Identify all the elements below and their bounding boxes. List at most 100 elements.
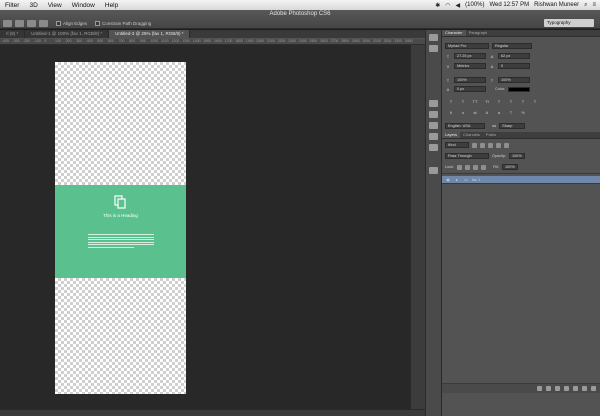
tab-paths[interactable]: Paths	[483, 132, 499, 138]
fraction-icon[interactable]: T	[508, 110, 514, 115]
tab-character[interactable]: Character	[442, 30, 466, 36]
lock-transparency-icon[interactable]	[457, 164, 463, 170]
tab-doc-3[interactable]: Untitled-3 @ 25% (fav 1, RGB/8) *	[109, 30, 191, 38]
adjustment-layer-icon[interactable]	[564, 386, 569, 391]
leading-field[interactable]: 62 px	[498, 53, 530, 59]
battery-status[interactable]: (100%)	[465, 2, 484, 8]
layer-mask-icon[interactable]	[555, 386, 560, 391]
list-icon[interactable]: ≡	[592, 2, 596, 8]
character-panel-tabs: Character Paragraph	[442, 30, 600, 37]
filter-type-icon[interactable]	[488, 142, 493, 148]
antialias-select[interactable]: Sharp	[499, 123, 526, 129]
blend-mode-select[interactable]: Pass Through	[445, 153, 489, 159]
menu-filter[interactable]: Filter	[0, 2, 24, 9]
link-layers-icon[interactable]	[537, 386, 542, 391]
wifi-icon[interactable]: ◠	[445, 2, 450, 9]
language-row: English: USA aa Sharp	[445, 123, 526, 129]
layers-icon[interactable]	[429, 167, 438, 174]
ligature-icon[interactable]: fi	[448, 110, 454, 115]
tracking-field[interactable]: 0	[498, 63, 530, 69]
tab-doc-1[interactable]: rl (8) *	[0, 30, 26, 38]
paragraph-icon[interactable]	[429, 133, 438, 140]
path-ops-icon[interactable]	[15, 20, 24, 27]
bluetooth-icon[interactable]: ✱	[435, 2, 440, 9]
fill-field[interactable]: 100%	[501, 164, 518, 170]
leading-icon: A	[490, 53, 494, 59]
layer-name[interactable]: fav 1	[472, 178, 480, 182]
tab-channels[interactable]: Channels	[460, 132, 483, 138]
lock-all-icon[interactable]	[481, 164, 487, 170]
new-layer-icon[interactable]	[582, 386, 587, 391]
volume-icon[interactable]: ◀	[456, 2, 461, 9]
vertical-scale-field[interactable]: 100%	[454, 77, 486, 83]
adjustments-icon[interactable]	[429, 100, 438, 107]
small-caps-icon[interactable]: Tt	[484, 99, 490, 104]
lock-pixels-icon[interactable]	[465, 164, 471, 170]
filter-smart-icon[interactable]	[504, 142, 509, 148]
visibility-eye-icon[interactable]: ◉	[445, 177, 451, 182]
filter-pixel-icon[interactable]	[472, 142, 477, 148]
search-icon[interactable]: ⌕	[584, 2, 587, 9]
tab-doc-2[interactable]: Untitled-1 @ 100% (fav 1, RGB/8) *	[25, 30, 110, 38]
font-size-icon: T	[446, 53, 450, 59]
strikethrough-icon[interactable]: T	[532, 99, 538, 104]
lock-position-icon[interactable]	[473, 164, 479, 170]
menu-3d[interactable]: 3D	[24, 2, 42, 9]
subscript-icon[interactable]: T	[508, 99, 514, 104]
ruler-tick: 2500	[309, 39, 318, 43]
superscript-icon[interactable]: T	[496, 99, 502, 104]
text-icon[interactable]	[429, 122, 438, 129]
styles-icon[interactable]	[429, 111, 438, 118]
faux-bold-icon[interactable]: T	[448, 99, 454, 104]
ordinal-icon[interactable]: a	[496, 110, 502, 115]
menu-help[interactable]: Help	[100, 2, 123, 9]
constrain-path-checkbox[interactable]	[95, 21, 101, 26]
font-size-field[interactable]: 27.25 px	[454, 53, 486, 59]
canvas-area[interactable]: This is a Heading	[0, 45, 410, 409]
user-name[interactable]: Rishwan Muneer	[534, 2, 579, 8]
text-color-swatch[interactable]	[508, 86, 531, 92]
new-group-icon[interactable]	[573, 386, 578, 391]
align-edges-checkbox[interactable]	[56, 21, 61, 26]
documents-icon	[114, 195, 126, 209]
expand-triangle-icon[interactable]: ▸	[454, 177, 460, 182]
window-titlebar: Adobe Photoshop CS6 Align Edges Constrai…	[0, 10, 600, 29]
underline-icon[interactable]: T	[520, 99, 526, 104]
ruler-tick: 1000	[150, 39, 159, 43]
filter-adjust-icon[interactable]	[480, 142, 485, 148]
opacity-field[interactable]: 100%	[508, 153, 525, 159]
brush-icon[interactable]	[429, 144, 438, 151]
green-banner[interactable]: This is a Heading	[55, 185, 186, 278]
clock[interactable]: Wed 12:57 PM	[490, 2, 530, 8]
menu-window[interactable]: Window	[67, 2, 100, 9]
all-caps-icon[interactable]: TT	[472, 99, 478, 104]
menu-view[interactable]: View	[43, 2, 67, 9]
titling-icon[interactable]: A	[484, 110, 490, 115]
faux-italic-icon[interactable]: T	[460, 99, 466, 104]
path-align-icon[interactable]	[27, 20, 36, 27]
layer-row[interactable]: ◉ ▸ ▭ fav 1	[442, 176, 600, 184]
swash-icon[interactable]: o	[460, 110, 466, 115]
layer-style-icon[interactable]	[546, 386, 551, 391]
kerning-field[interactable]: Metrics	[454, 63, 486, 69]
info-icon[interactable]	[429, 45, 438, 52]
ruler-tick: 2600	[320, 39, 328, 43]
panel-dock	[425, 30, 442, 416]
history-icon[interactable]	[429, 34, 438, 41]
artboard[interactable]: This is a Heading	[55, 62, 186, 394]
font-family-select[interactable]: Myriad Pro	[445, 43, 489, 49]
fraction-half-icon[interactable]: ½	[520, 110, 526, 115]
font-style-select[interactable]: Regular	[492, 43, 532, 49]
tab-paragraph[interactable]: Paragraph	[466, 30, 491, 36]
stylistic-icon[interactable]: st	[472, 110, 478, 115]
filter-shape-icon[interactable]	[496, 142, 501, 148]
layer-kind-filter[interactable]: Kind	[445, 142, 469, 148]
horizontal-scale-field[interactable]: 100%	[498, 77, 530, 83]
language-select[interactable]: English: USA	[445, 123, 485, 129]
path-arrange-icon[interactable]	[39, 20, 48, 27]
delete-layer-icon[interactable]	[591, 386, 596, 391]
baseline-field[interactable]: 0 px	[454, 86, 486, 92]
workspace-switcher[interactable]: Typography	[544, 19, 594, 27]
path-select-tool-icon[interactable]	[3, 20, 12, 27]
tab-layers[interactable]: Layers	[442, 132, 461, 138]
